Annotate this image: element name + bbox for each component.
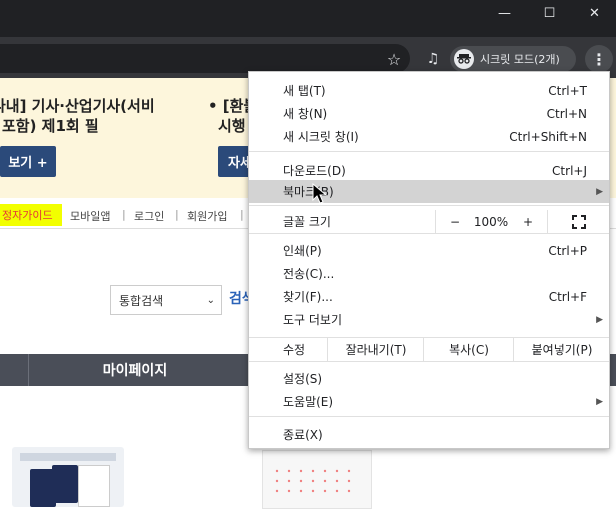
menu-find[interactable]: 찾기(F)... Ctrl+F — [249, 285, 609, 308]
notice-left-line1: 나내] 기사·산업기사(서비 — [0, 97, 155, 115]
menu-label: 새 탭(T) — [283, 84, 326, 98]
menu-new-tab[interactable]: 새 탭(T) Ctrl+T — [249, 79, 609, 102]
menu-label: 종료(X) — [283, 428, 323, 442]
chrome-main-menu: 새 탭(T) Ctrl+T 새 창(N) Ctrl+N 새 시크릿 창(I) C… — [248, 71, 610, 449]
signup-link[interactable]: 회원가입 — [187, 208, 227, 224]
menu-label: 도움말(E) — [283, 395, 334, 409]
link-separator: | — [175, 208, 179, 221]
chrome-menu-button[interactable]: ⋮ — [585, 45, 613, 73]
mouse-cursor-icon — [312, 182, 328, 209]
menu-shortcut: Ctrl+J — [552, 163, 587, 178]
fullscreen-icon[interactable] — [547, 210, 610, 233]
menu-separator — [249, 416, 609, 417]
menu-label: 전송(C)... — [283, 267, 335, 281]
paste-button[interactable]: 붙여넣기(P) — [513, 338, 610, 361]
menu-separator — [249, 361, 609, 362]
menu-shortcut: Ctrl+N — [546, 106, 587, 121]
bookmark-star-icon[interactable]: ☆ — [384, 49, 404, 69]
menu-print[interactable]: 인쇄(P) Ctrl+P — [249, 239, 609, 262]
menu-edit-row: 수정 — [249, 338, 327, 361]
menu-label: 다운로드(D) — [283, 164, 346, 178]
guide-link[interactable]: 정자가이드 — [0, 204, 62, 226]
zoom-in-button[interactable]: + — [509, 210, 547, 233]
notice-left-text[interactable]: 나내] 기사·산업기사(서비 포함) 제1회 필 — [0, 96, 155, 136]
menu-label: 설정(S) — [283, 372, 323, 386]
menu-shortcut: Ctrl+P — [548, 243, 587, 258]
menu-new-window[interactable]: 새 창(N) Ctrl+N — [249, 102, 609, 125]
nav-mypage[interactable]: 마이페이지 — [28, 354, 242, 386]
chevron-down-icon: ⌄ — [206, 294, 215, 306]
search-scope-select[interactable]: 통합검색 ⌄ — [110, 285, 222, 315]
menu-label: 새 시크릿 창(I) — [283, 130, 359, 144]
menu-shortcut: Ctrl+F — [548, 289, 587, 304]
incognito-label: 시크릿 모드(2개) — [480, 53, 560, 66]
menu-exit[interactable]: 종료(X) — [249, 423, 609, 446]
calendar-thumbnail[interactable] — [262, 450, 372, 509]
view-more-button[interactable]: 보기 + — [0, 146, 56, 177]
detail-button[interactable]: 자세 — [218, 146, 252, 177]
menu-separator — [249, 151, 609, 152]
maximize-button[interactable]: ☐ — [527, 0, 572, 26]
link-separator: | — [122, 208, 126, 221]
menu-more-tools[interactable]: 도구 더보기 ▶ — [249, 308, 609, 331]
submenu-arrow-icon: ▶ — [596, 186, 603, 197]
cut-button[interactable]: 잘라내기(T) — [327, 338, 424, 361]
menu-shortcut: Ctrl+Shift+N — [509, 129, 587, 144]
login-link[interactable]: 로그인 — [134, 208, 164, 224]
menu-label: 도구 더보기 — [283, 313, 343, 327]
close-button[interactable]: ✕ — [572, 0, 616, 26]
search-scope-value: 통합검색 — [119, 293, 164, 308]
menu-zoom-row: 글꼴 크기 — [249, 210, 435, 233]
zoom-level: 100% — [473, 214, 509, 229]
menu-settings[interactable]: 설정(S) — [249, 367, 609, 390]
submenu-arrow-icon: ▶ — [596, 396, 603, 407]
submenu-arrow-icon: ▶ — [596, 314, 603, 325]
notice-left-line2: 포함) 제1회 필 — [2, 117, 99, 135]
menu-downloads[interactable]: 다운로드(D) Ctrl+J — [249, 159, 609, 182]
passport-thumbnail[interactable] — [12, 447, 124, 507]
menu-separator — [249, 205, 609, 206]
menu-label: 새 창(N) — [283, 107, 328, 121]
menu-bookmarks[interactable]: 북마크(B) ▶ — [249, 180, 609, 203]
menu-separator — [249, 233, 609, 234]
zoom-out-button[interactable]: − — [435, 210, 474, 233]
incognito-icon — [454, 49, 474, 69]
address-bar[interactable] — [0, 44, 410, 73]
menu-label: 글꼴 크기 — [283, 215, 331, 229]
media-control-icon[interactable]: ♫ — [423, 49, 443, 69]
link-separator: | — [240, 208, 244, 221]
menu-label: 인쇄(P) — [283, 244, 322, 258]
minimize-button[interactable]: — — [482, 0, 527, 26]
mobile-app-link[interactable]: 모바일앱 — [70, 208, 110, 224]
menu-label: 수정 — [283, 343, 306, 357]
menu-label: 찾기(F)... — [283, 290, 333, 304]
menu-cast[interactable]: 전송(C)... — [249, 262, 609, 285]
menu-help[interactable]: 도움말(E) ▶ — [249, 390, 609, 413]
menu-new-incognito-window[interactable]: 새 시크릿 창(I) Ctrl+Shift+N — [249, 125, 609, 148]
incognito-indicator[interactable]: 시크릿 모드(2개) — [450, 46, 576, 72]
copy-button[interactable]: 복사(C) — [423, 338, 514, 361]
menu-shortcut: Ctrl+T — [548, 83, 587, 98]
